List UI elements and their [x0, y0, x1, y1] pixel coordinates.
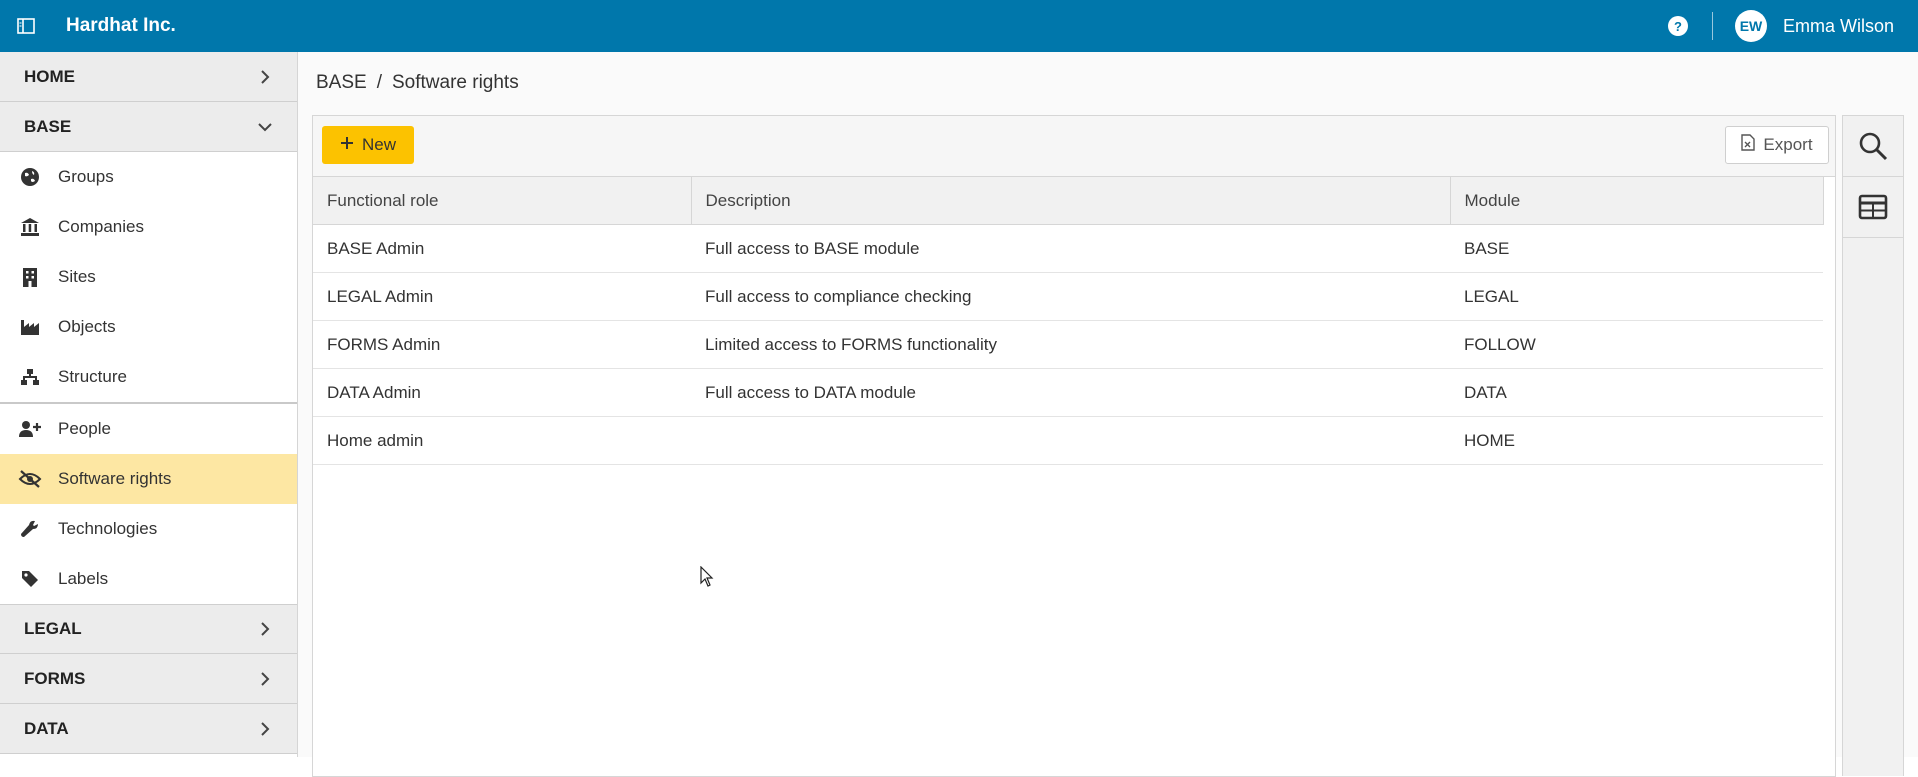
table-row[interactable]: DATA Admin Full access to DATA module DA… [313, 368, 1823, 417]
sidebar-toggle-icon[interactable] [0, 0, 52, 52]
avatar[interactable]: EW [1734, 10, 1767, 42]
cell-functional-role: DATA Admin [313, 368, 691, 417]
top-bar: Hardhat Inc. ? EW Emma Wilson [0, 0, 1918, 52]
export-button-label: Export [1763, 135, 1813, 154]
sidebar-item-label: People [58, 419, 111, 438]
sidebar-section-forms[interactable]: FORMS [0, 654, 297, 704]
topbar-divider [1711, 12, 1713, 40]
sidebar-item-technologies[interactable]: Technologies [0, 504, 297, 554]
cell-description: Limited access to FORMS functionality [691, 320, 1450, 369]
cell-module: DATA [1450, 368, 1823, 417]
sidebar-item-label: Structure [58, 367, 127, 386]
breadcrumb-parent[interactable]: BASE [316, 72, 367, 93]
table-row[interactable]: FORMS Admin Limited access to FORMS func… [313, 320, 1823, 369]
sidebar-item-label: Labels [58, 569, 109, 588]
user-name[interactable]: Emma Wilson [1783, 16, 1894, 37]
chevron-down-icon [257, 119, 273, 135]
chevron-right-icon [257, 721, 273, 737]
right-tool-rail [1842, 115, 1904, 776]
sidebar-item-label: Sites [58, 267, 96, 286]
cell-functional-role: LEGAL Admin [313, 272, 691, 321]
new-button-label: New [361, 135, 396, 154]
chevron-right-icon [257, 671, 273, 687]
sidebar-item-label: Objects [58, 317, 116, 336]
breadcrumb-separator: / [376, 72, 382, 93]
sidebar-section-data[interactable]: DATA [0, 704, 297, 754]
breadcrumb-current: Software rights [391, 72, 519, 93]
cell-description [691, 416, 1450, 465]
breadcrumb: BASE / Software rights [316, 72, 519, 94]
search-icon[interactable] [1843, 116, 1903, 177]
column-header-description[interactable]: Description [691, 177, 1451, 225]
sidebar: HOME BASE Groups Companies Sites Objects… [0, 52, 298, 757]
chevron-right-icon [257, 621, 273, 637]
sidebar-section-base[interactable]: BASE [0, 102, 297, 152]
section-label: HOME [24, 66, 75, 86]
cell-functional-role: BASE Admin [313, 224, 691, 273]
column-header-functional-role[interactable]: Functional role [313, 177, 692, 225]
section-label: BASE [24, 116, 72, 136]
column-header-module[interactable]: Module [1450, 177, 1824, 225]
tag-icon [18, 567, 42, 591]
sidebar-item-sites[interactable]: Sites [0, 252, 297, 302]
factory-icon [18, 315, 42, 339]
sitemap-icon [18, 365, 42, 389]
chevron-right-icon [257, 69, 273, 85]
cell-description: Full access to compliance checking [691, 272, 1450, 321]
wrench-icon [18, 517, 42, 541]
building-icon [18, 265, 42, 289]
sidebar-item-structure[interactable]: Structure [0, 352, 297, 402]
section-label: FORMS [24, 668, 86, 688]
sidebar-item-groups[interactable]: Groups [0, 152, 297, 202]
file-excel-icon [1741, 134, 1756, 156]
bank-icon [18, 215, 42, 239]
cell-module: HOME [1450, 416, 1823, 465]
main-content: BASE / Software rights New Export Function… [298, 52, 1918, 777]
toolbar: New Export [313, 116, 1835, 177]
plus-icon [340, 135, 354, 155]
eye-slash-icon [18, 467, 42, 491]
sidebar-item-objects[interactable]: Objects [0, 302, 297, 352]
globe-icon [18, 165, 42, 189]
cell-functional-role: FORMS Admin [313, 320, 691, 369]
sidebar-item-label: Software rights [58, 469, 172, 488]
sidebar-item-companies[interactable]: Companies [0, 202, 297, 252]
sidebar-section-legal[interactable]: LEGAL [0, 604, 297, 654]
table-header-row: Functional role Description Module [313, 177, 1824, 225]
table-row[interactable]: Home admin HOME [313, 416, 1823, 465]
table-row[interactable]: LEGAL Admin Full access to compliance ch… [313, 272, 1823, 321]
export-button[interactable]: Export [1725, 126, 1829, 164]
app-title: Hardhat Inc. [66, 15, 176, 36]
sidebar-item-people[interactable]: People [0, 404, 297, 454]
data-panel: New Export Functional role Description M… [312, 115, 1836, 777]
sidebar-item-label: Groups [58, 167, 114, 186]
software-rights-table: Functional role Description Module BASE … [313, 177, 1824, 465]
table-row[interactable]: BASE Admin Full access to BASE module BA… [313, 224, 1823, 273]
sidebar-item-label: Companies [58, 217, 144, 236]
sidebar-section-home[interactable]: HOME [0, 52, 297, 102]
cell-module: FOLLOW [1450, 320, 1823, 369]
section-label: LEGAL [24, 619, 82, 638]
cell-module: BASE [1450, 224, 1823, 273]
section-label: DATA [24, 718, 69, 738]
table-layout-icon[interactable] [1843, 177, 1903, 238]
cell-description: Full access to BASE module [691, 224, 1450, 273]
cell-description: Full access to DATA module [691, 368, 1450, 417]
mouse-cursor-icon [700, 565, 714, 593]
new-button[interactable]: New [322, 126, 414, 164]
help-icon[interactable]: ? [1667, 16, 1688, 36]
sidebar-item-label: Technologies [58, 519, 158, 538]
cell-functional-role: Home admin [313, 416, 691, 465]
sidebar-item-software-rights[interactable]: Software rights [0, 454, 297, 504]
cell-module: LEGAL [1450, 272, 1823, 321]
user-plus-icon [18, 417, 42, 441]
sidebar-item-labels[interactable]: Labels [0, 554, 297, 604]
